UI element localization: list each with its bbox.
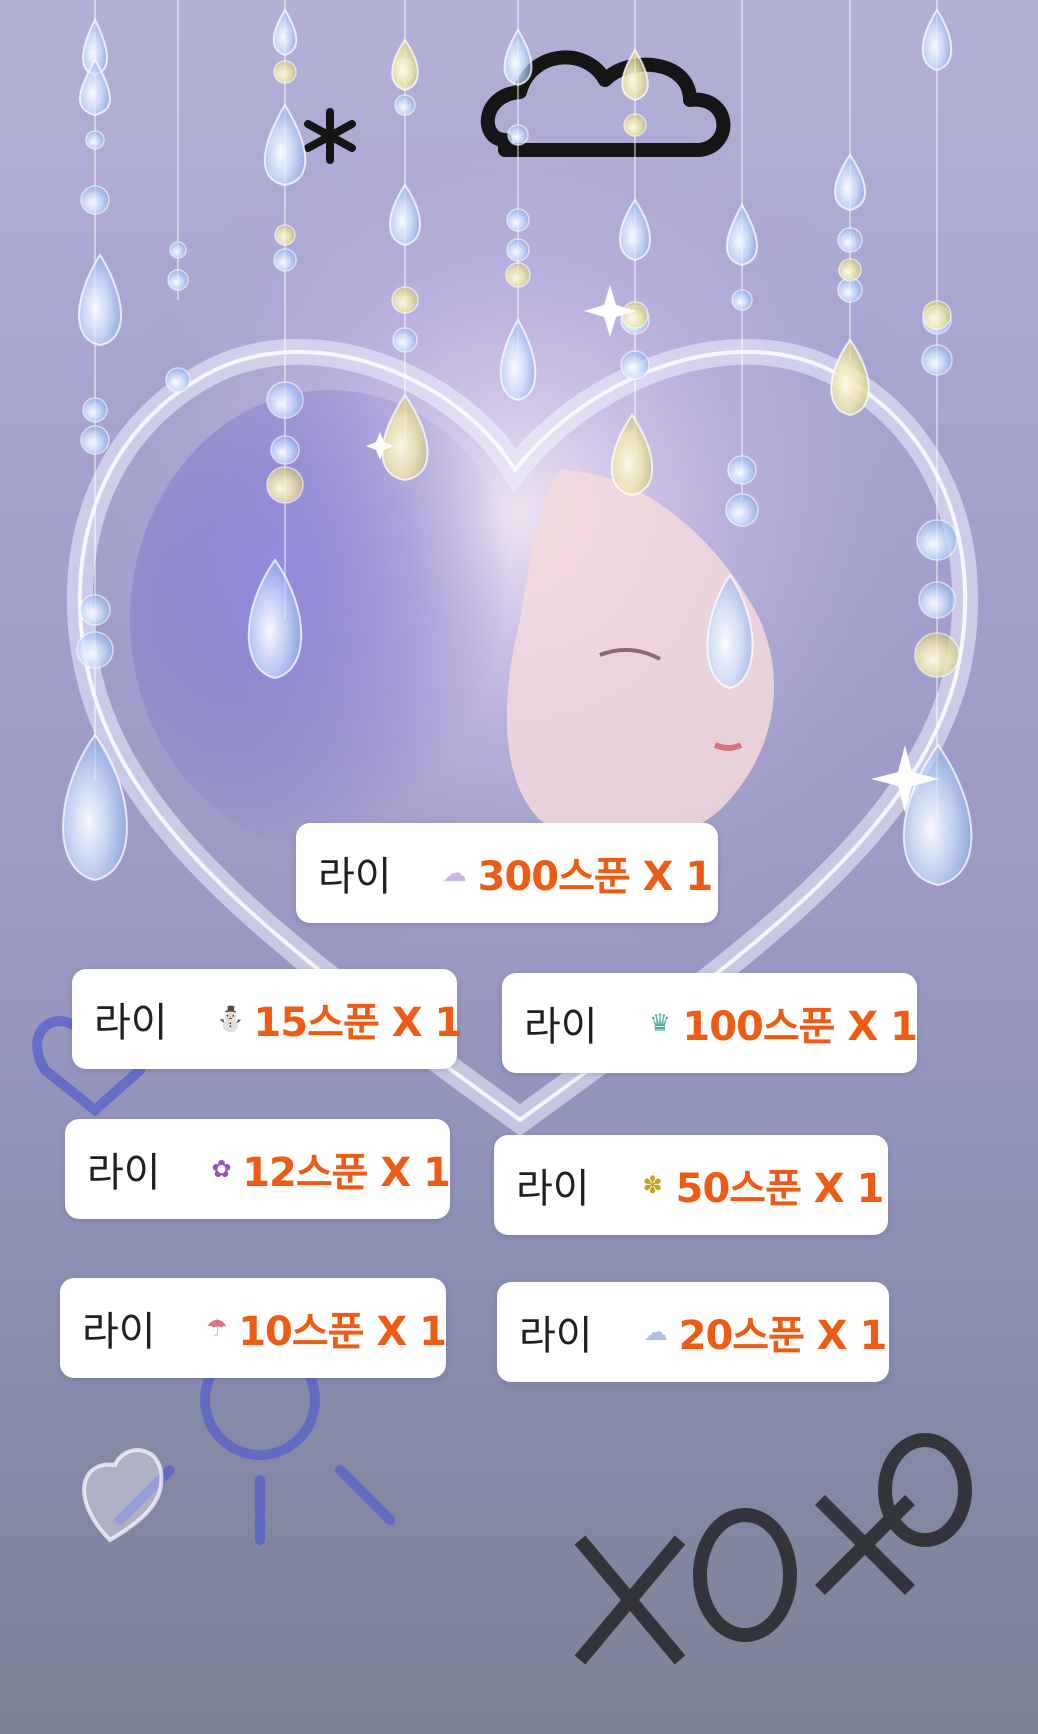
- donor-name: 라이: [82, 1309, 156, 1355]
- cloud-icon: ☁: [442, 859, 467, 887]
- donor-name: 라이: [519, 1313, 593, 1359]
- donation-card: 라이 ⛄ 15스푼 X 1: [72, 969, 462, 1069]
- bear-icon: ⛄: [215, 1005, 246, 1033]
- pineapple-icon: ✽: [642, 1171, 663, 1199]
- donation-card: 라이 ☂ 10스푼 X 1: [60, 1278, 447, 1378]
- donation-amount: 20스푼 X 1: [678, 1313, 888, 1359]
- donor-name: 라이: [524, 1004, 598, 1050]
- rose-icon: ✿: [211, 1155, 232, 1183]
- donation-card: 라이 ☁ 20스푼 X 1: [497, 1282, 889, 1382]
- crown-icon: ♛: [649, 1009, 671, 1037]
- donation-card: 라이 ✽ 50스푼 X 1: [494, 1135, 888, 1235]
- donation-card: 라이 ♛ 100스푼 X 1: [502, 973, 918, 1073]
- donation-card: 라이 ☁ 300스푼 X 1: [296, 823, 718, 923]
- donor-name: 라이: [516, 1166, 590, 1212]
- donor-name: 라이: [94, 1000, 168, 1046]
- donation-amount: 300스푼 X 1: [477, 854, 714, 900]
- donation-amount: 100스푼 X 1: [682, 1004, 918, 1050]
- rain-cloud-icon: ☁: [643, 1318, 668, 1346]
- rainbow-icon: ☂: [206, 1314, 228, 1342]
- donation-card: 라이 ✿ 12스푼 X 1: [65, 1119, 451, 1219]
- donation-amount: 15스푼 X 1: [253, 1000, 463, 1046]
- donation-amount: 10스푼 X 1: [238, 1309, 447, 1355]
- donor-name: 라이: [87, 1150, 161, 1196]
- donation-amount: 50스푼 X 1: [675, 1166, 885, 1212]
- donor-name: 라이: [318, 854, 392, 900]
- donation-amount: 12스푼 X 1: [242, 1150, 451, 1196]
